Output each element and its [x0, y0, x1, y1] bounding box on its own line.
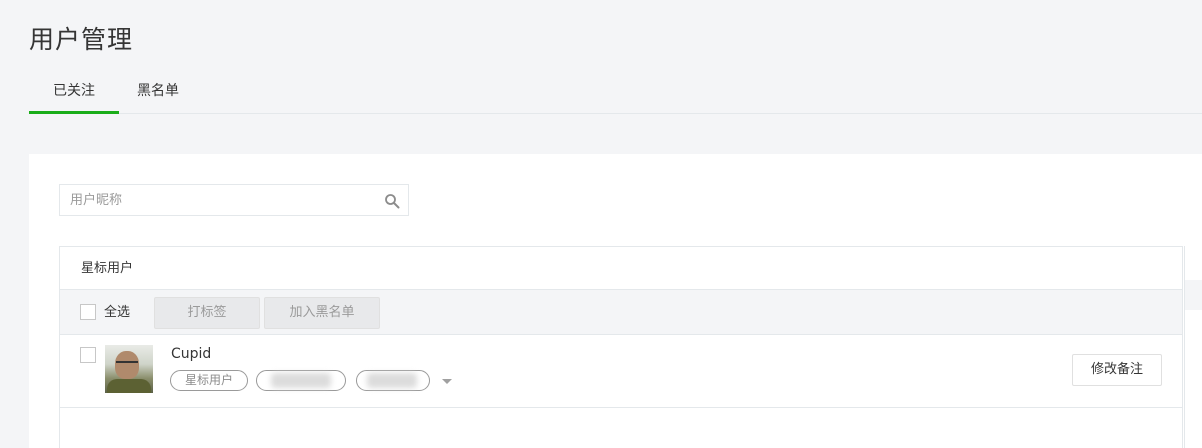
table-row: Cupid 星标用户 修改备注: [60, 335, 1182, 408]
redaction-mask: [367, 373, 417, 388]
side-panel-strip: [1185, 280, 1202, 310]
tab-blacklist[interactable]: 黑名单: [127, 70, 189, 114]
tab-bar: 已关注 黑名单: [29, 70, 1202, 114]
tab-followed[interactable]: 已关注: [29, 70, 119, 114]
search-icon[interactable]: [384, 193, 400, 209]
user-tag-redacted: [356, 370, 430, 391]
redaction-mask: [271, 373, 331, 388]
tags-dropdown-icon[interactable]: [442, 379, 452, 384]
user-table: 星标用户 全选 打标签 加入黑名单 Cupid 星标用户 修改备注: [59, 246, 1183, 448]
search-box: [59, 184, 409, 216]
search-input[interactable]: [60, 185, 370, 215]
add-to-blacklist-button[interactable]: 加入黑名单: [264, 297, 380, 329]
user-tag-star: 星标用户: [170, 370, 248, 391]
page-title: 用户管理: [29, 25, 134, 54]
table-toolbar: 全选 打标签 加入黑名单: [60, 290, 1182, 335]
side-panel-edge: [1184, 246, 1202, 448]
row-checkbox[interactable]: [80, 347, 96, 363]
avatar-glasses: [116, 361, 138, 366]
group-title: 星标用户: [60, 247, 1182, 290]
select-all-label[interactable]: 全选: [104, 290, 130, 335]
user-name: Cupid: [171, 346, 212, 362]
user-list-card: 星标用户 全选 打标签 加入黑名单 Cupid 星标用户 修改备注: [29, 154, 1202, 448]
avatar-body: [107, 379, 151, 393]
select-all-checkbox[interactable]: [80, 304, 96, 320]
user-tag-redacted: [256, 370, 346, 391]
edit-remark-button[interactable]: 修改备注: [1072, 354, 1162, 386]
avatar: [105, 345, 153, 393]
tag-button[interactable]: 打标签: [154, 297, 260, 329]
